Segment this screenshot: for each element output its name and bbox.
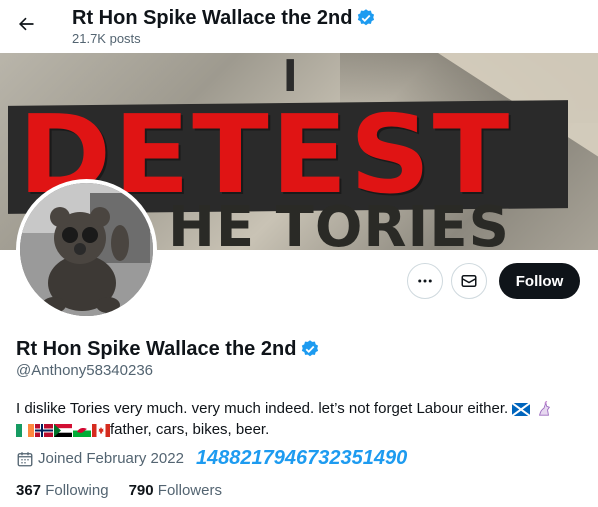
bio-flags [16, 423, 110, 437]
followers-link[interactable]: 790 Followers [129, 482, 222, 499]
profile-bio: I dislike Tories very much. very much in… [16, 398, 582, 440]
scotland-flag-icon [512, 402, 531, 416]
mail-icon [461, 275, 477, 287]
followers-count: 790 [128, 482, 154, 499]
profile-meta: Joined February 2022 1488217946732351490 [16, 447, 407, 470]
top-bar: Rt Hon Spike Wallace the 2nd 21.7K posts [0, 0, 598, 53]
canada-flag-icon [92, 423, 110, 437]
followers-label: Followers [157, 482, 222, 499]
verified-badge-icon [358, 9, 375, 26]
post-count: 21.7K posts [72, 31, 141, 46]
header-title: Rt Hon Spike Wallace the 2nd [72, 6, 376, 30]
more-button[interactable] [407, 263, 443, 299]
following-count: 367 [16, 482, 42, 499]
more-horizontal-icon [418, 279, 432, 283]
profile-actions: Follow [407, 263, 580, 299]
teddy-bear-image [20, 183, 153, 316]
header-name: Rt Hon Spike Wallace the 2nd [72, 7, 353, 29]
unicorn-icon [538, 401, 550, 416]
following-link[interactable]: 367 Following [16, 482, 109, 499]
sudan-flag-icon [54, 423, 72, 437]
profile-handle: @Anthony58340236 [16, 362, 154, 379]
ireland-flag-icon [16, 423, 34, 437]
overlay-number: 1488217946732351490 [195, 447, 408, 469]
wales-flag-icon [73, 423, 91, 437]
profile-name: Rt Hon Spike Wallace the 2nd [16, 338, 297, 360]
banner-text-tories: HE TORIES [168, 195, 510, 251]
back-arrow-icon[interactable] [14, 12, 38, 36]
message-button[interactable] [451, 263, 487, 299]
follow-button[interactable]: Follow [499, 263, 580, 299]
joined-date: Joined February 2022 [38, 450, 184, 467]
profile-name-row: Rt Hon Spike Wallace the 2nd [16, 337, 320, 361]
norway-flag-icon [35, 423, 53, 437]
avatar[interactable] [16, 179, 157, 320]
calendar-icon [17, 451, 33, 466]
bio-line-2: father, cars, bikes, beer. [110, 421, 270, 438]
following-label: Following [45, 482, 109, 499]
follow-stats: 367 Following 790 Followers [16, 482, 222, 499]
verified-badge-icon[interactable] [300, 339, 320, 359]
bio-line-1: I dislike Tories very much. very much in… [16, 400, 509, 417]
